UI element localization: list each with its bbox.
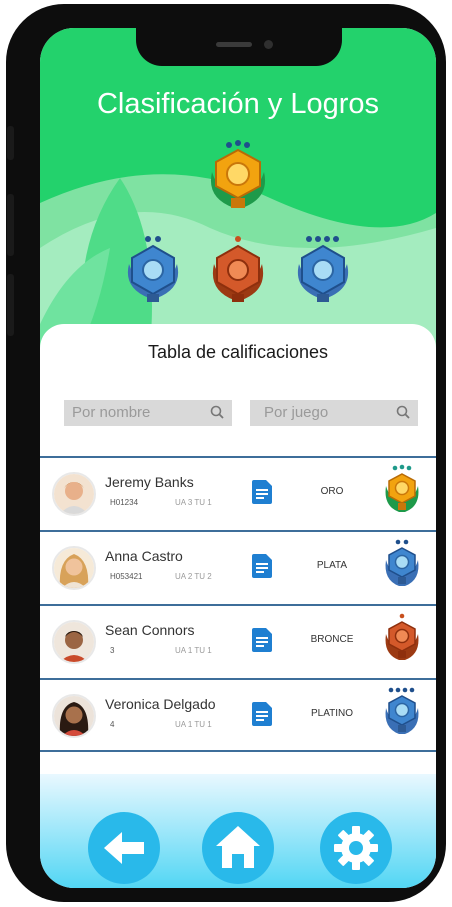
search-by-name-input[interactable]: Por nombre	[64, 400, 232, 426]
platinum-medal-icon	[385, 687, 419, 734]
settings-button[interactable]	[320, 812, 392, 884]
rank-label: PLATINO	[310, 708, 354, 719]
player-code: 3	[110, 646, 115, 655]
search-icon	[210, 405, 224, 419]
player-unit: UA 1 TU 1	[175, 720, 212, 729]
avatar	[52, 546, 96, 590]
volume-down-button	[7, 274, 14, 336]
bronze-medal-icon	[212, 236, 264, 302]
arrow-left-icon	[104, 832, 144, 864]
volume-up-button	[7, 194, 14, 256]
mute-switch	[7, 126, 14, 160]
leaderboard-panel: Tabla de calificaciones Por nombre Por j…	[40, 324, 436, 774]
table-row[interactable]: Sean Connors 3 UA 1 TU 1 BRONCE	[40, 604, 436, 676]
avatar	[52, 472, 96, 516]
rank-label: BRONCE	[310, 634, 354, 645]
player-code: H01234	[110, 498, 139, 507]
search-by-game-placeholder: Por juego	[264, 404, 329, 421]
app-screen: Clasificación y Logros Tabla de califica…	[40, 28, 436, 888]
silver-medal-icon	[126, 236, 180, 303]
header-area: Clasificación y Logros	[40, 28, 436, 348]
gold-medal-icon	[210, 140, 266, 208]
player-unit: UA 2 TU 2	[175, 572, 212, 581]
platinum-medal-icon	[296, 236, 350, 303]
bottom-nav	[40, 774, 436, 888]
player-name: Jeremy Banks	[105, 474, 194, 490]
notch	[136, 28, 342, 66]
player-name: Anna Castro	[105, 548, 183, 564]
silver-medal-icon	[385, 539, 419, 586]
player-code: H053421	[110, 572, 143, 581]
home-button[interactable]	[202, 812, 274, 884]
home-icon	[216, 826, 260, 868]
table-row[interactable]: Anna Castro H053421 UA 2 TU 2 PLATA	[40, 530, 436, 602]
avatar	[52, 620, 96, 664]
document-icon[interactable]	[252, 702, 272, 726]
document-icon[interactable]	[252, 554, 272, 578]
search-icon	[396, 405, 410, 419]
document-icon[interactable]	[252, 480, 272, 504]
player-unit: UA 3 TU 1	[175, 498, 212, 507]
front-camera	[264, 40, 273, 49]
document-icon[interactable]	[252, 628, 272, 652]
phone-frame: Clasificación y Logros Tabla de califica…	[6, 4, 446, 902]
player-name: Veronica Delgado	[105, 696, 216, 712]
table-row[interactable]: Veronica Delgado 4 UA 1 TU 1 PLATINO	[40, 678, 436, 752]
player-unit: UA 1 TU 1	[175, 646, 212, 655]
back-button[interactable]	[88, 812, 160, 884]
search-by-name-placeholder: Por nombre	[72, 404, 151, 421]
search-by-game-input[interactable]: Por juego	[250, 400, 418, 426]
player-name: Sean Connors	[105, 622, 195, 638]
player-code: 4	[110, 720, 115, 729]
page-title: Clasificación y Logros	[96, 88, 380, 120]
rank-label: PLATA	[316, 560, 348, 571]
gold-medal-icon	[385, 464, 419, 512]
gear-icon	[334, 826, 378, 870]
table-row[interactable]: Jeremy Banks H01234 UA 3 TU 1 ORO	[40, 456, 436, 528]
bronze-medal-icon	[385, 613, 419, 660]
leaderboard-title: Tabla de calificaciones	[147, 342, 329, 362]
speaker	[216, 42, 252, 47]
avatar	[52, 694, 96, 738]
rank-label: ORO	[320, 486, 344, 497]
